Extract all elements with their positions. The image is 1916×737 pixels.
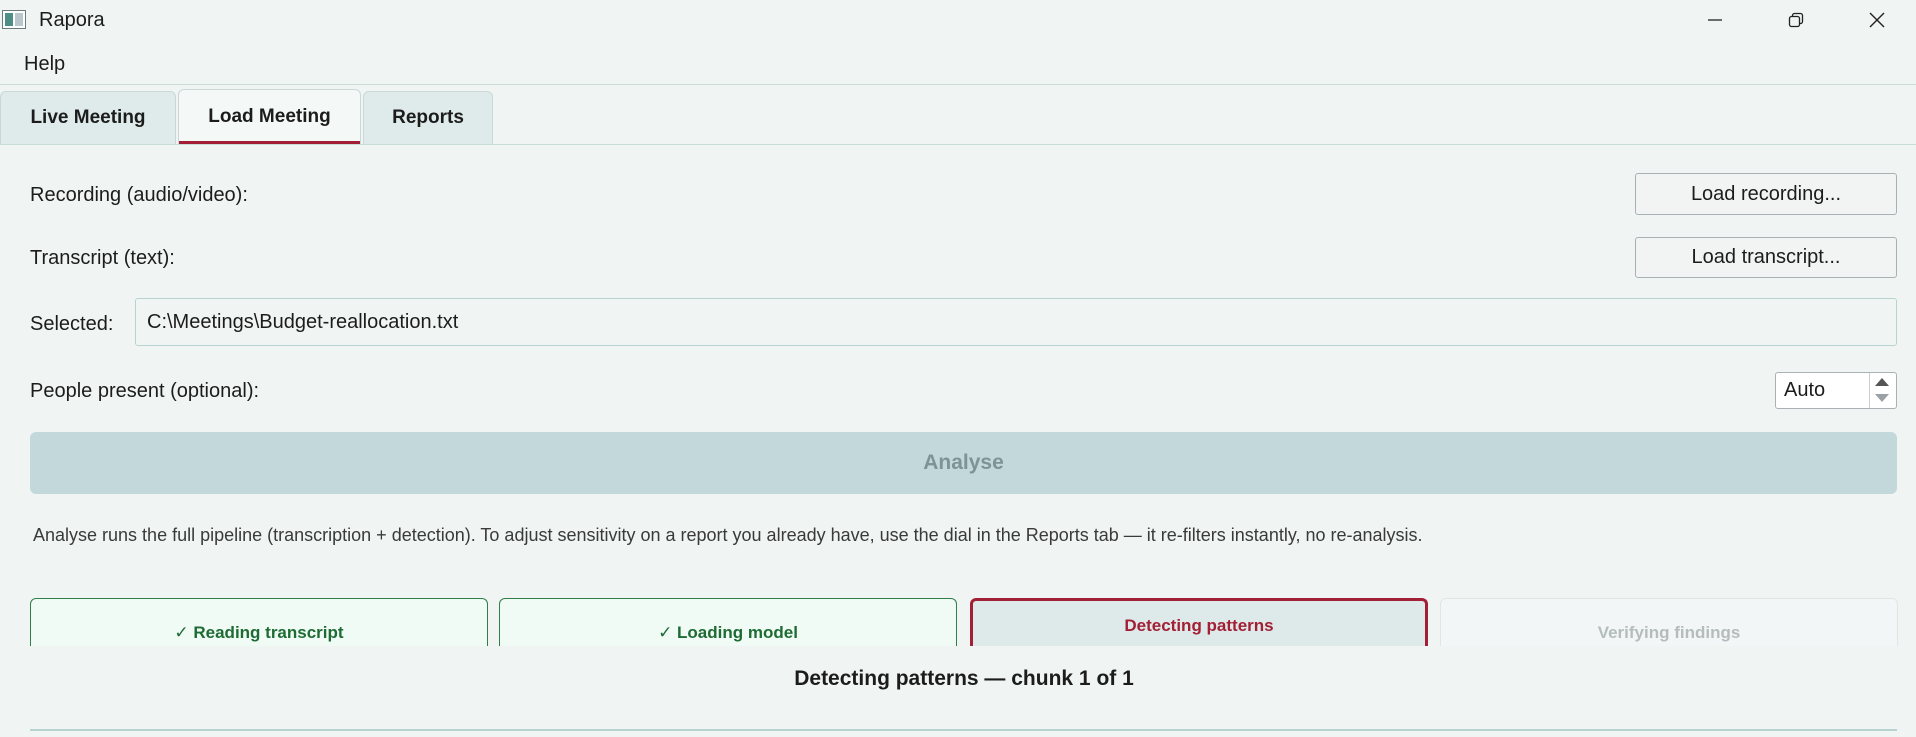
progress-divider: [30, 729, 1897, 731]
restore-icon: [1788, 12, 1804, 28]
tab-reports[interactable]: Reports: [363, 91, 493, 144]
app-window-icon: [2, 10, 26, 29]
title-bar: Rapora: [0, 0, 1916, 40]
people-present-value: Auto: [1784, 379, 1826, 401]
selected-path-field[interactable]: C:\Meetings\Budget-reallocation.txt: [135, 298, 1897, 346]
step-detecting-patterns: Detecting patterns: [970, 598, 1428, 646]
close-button[interactable]: [1837, 0, 1916, 40]
tab-divider: [0, 144, 1916, 145]
minimize-button[interactable]: [1675, 0, 1755, 40]
menu-bar: Help: [0, 44, 1916, 85]
close-icon: [1869, 12, 1885, 28]
spin-down-icon[interactable]: [1875, 394, 1889, 402]
load-recording-button[interactable]: Load recording...: [1635, 173, 1897, 215]
step-loading-model: ✓ Loading model: [499, 598, 957, 646]
selected-path-value: C:\Meetings\Budget-reallocation.txt: [147, 310, 459, 333]
menu-help[interactable]: Help: [24, 53, 65, 76]
window-title: Rapora: [39, 9, 105, 31]
progress-panel: [0, 646, 1916, 737]
step-verifying-findings: Verifying findings: [1440, 598, 1898, 646]
analyse-hint: Analyse runs the full pipeline (transcri…: [33, 525, 1423, 545]
step-reading-transcript: ✓ Reading transcript: [30, 598, 488, 646]
restore-button[interactable]: [1756, 0, 1836, 40]
progress-status: Detecting patterns — chunk 1 of 1: [794, 667, 1134, 690]
analyse-button[interactable]: Analyse: [30, 432, 1897, 494]
recording-label: Recording (audio/video):: [30, 184, 248, 206]
spin-buttons: [1869, 373, 1896, 408]
people-present-label: People present (optional):: [30, 380, 260, 402]
tab-load-meeting[interactable]: Load Meeting: [178, 89, 361, 144]
selected-label: Selected:: [30, 313, 114, 335]
spin-up-icon[interactable]: [1875, 378, 1889, 386]
people-present-spinbox[interactable]: Auto: [1775, 372, 1897, 409]
tab-live-meeting[interactable]: Live Meeting: [0, 91, 176, 144]
transcript-label: Transcript (text):: [30, 247, 175, 269]
load-transcript-button[interactable]: Load transcript...: [1635, 237, 1897, 278]
minimize-icon: [1708, 19, 1722, 21]
tab-bar: Live Meeting Load Meeting Reports: [0, 89, 1916, 145]
